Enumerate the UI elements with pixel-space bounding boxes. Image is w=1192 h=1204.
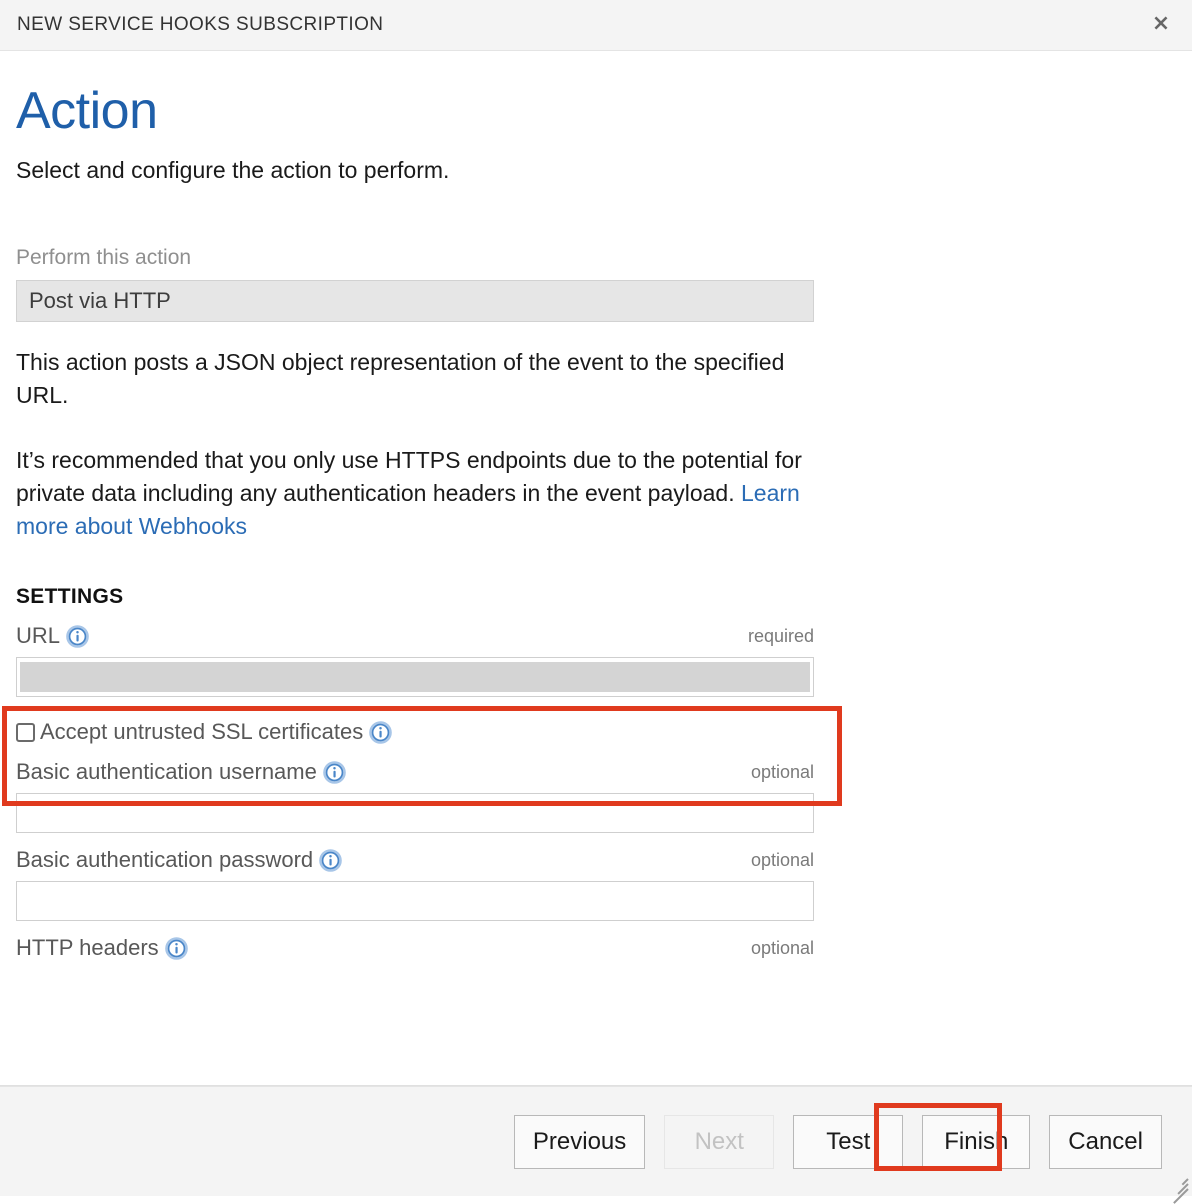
dialog-titlebar: NEW SERVICE HOOKS SUBSCRIPTION ×: [0, 0, 1192, 51]
close-icon[interactable]: ×: [1144, 7, 1178, 41]
basic-auth-password-head: Basic authentication password optional: [16, 847, 814, 873]
info-icon[interactable]: [319, 849, 342, 872]
description-paragraph-2: It’s recommended that you only use HTTPS…: [16, 444, 816, 543]
dialog-title: NEW SERVICE HOOKS SUBSCRIPTION: [17, 14, 383, 36]
basic-auth-password-optional-flag: optional: [751, 850, 814, 871]
http-headers-label: HTTP headers: [16, 935, 159, 961]
url-input-selection: [20, 662, 810, 692]
http-headers-head: HTTP headers optional: [16, 935, 814, 961]
url-input[interactable]: [16, 657, 814, 697]
dialog-footer: Previous Next Test Finish Cancel: [0, 1086, 1192, 1196]
url-field-head: URL required: [16, 623, 814, 649]
basic-auth-password-label: Basic authentication password: [16, 847, 313, 873]
perform-action-selected-value: Post via HTTP: [29, 288, 171, 314]
url-required-flag: required: [748, 626, 814, 647]
description-paragraph-2-text: It’s recommended that you only use HTTPS…: [16, 447, 802, 506]
finish-button[interactable]: Finish: [922, 1115, 1030, 1169]
page-subtitle: Select and configure the action to perfo…: [16, 157, 1176, 184]
settings-heading: SETTINGS: [16, 585, 1176, 609]
basic-auth-password-input[interactable]: [16, 881, 814, 921]
basic-auth-username-label: Basic authentication username: [16, 759, 317, 785]
url-field-row: URL required: [16, 623, 1176, 697]
accept-untrusted-ssl-row: Accept untrusted SSL certificates: [16, 719, 1176, 745]
url-label: URL: [16, 623, 60, 649]
basic-auth-username-input[interactable]: [16, 793, 814, 833]
info-icon[interactable]: [165, 937, 188, 960]
accept-untrusted-ssl-label: Accept untrusted SSL certificates: [40, 719, 363, 745]
basic-auth-username-head: Basic authentication username optional: [16, 759, 814, 785]
basic-auth-password-row: Basic authentication password optional: [16, 847, 1176, 921]
perform-action-select[interactable]: Post via HTTP: [16, 280, 814, 322]
perform-action-label: Perform this action: [16, 246, 1176, 270]
cancel-button[interactable]: Cancel: [1049, 1115, 1162, 1169]
info-icon[interactable]: [323, 761, 346, 784]
info-icon[interactable]: [369, 721, 392, 744]
page-title: Action: [16, 85, 1176, 137]
info-icon[interactable]: [66, 625, 89, 648]
dialog-content: Action Select and configure the action t…: [0, 51, 1192, 1086]
basic-auth-username-optional-flag: optional: [751, 762, 814, 783]
accept-untrusted-ssl-checkbox[interactable]: [16, 723, 35, 742]
resize-grip-icon[interactable]: [1166, 1171, 1188, 1193]
http-headers-row: HTTP headers optional: [16, 935, 1176, 961]
new-service-hooks-subscription-dialog: NEW SERVICE HOOKS SUBSCRIPTION × Action …: [0, 0, 1192, 1196]
http-headers-optional-flag: optional: [751, 938, 814, 959]
next-button: Next: [664, 1115, 774, 1169]
previous-button[interactable]: Previous: [514, 1115, 645, 1169]
test-button[interactable]: Test: [793, 1115, 903, 1169]
basic-auth-username-row: Basic authentication username optional: [16, 759, 1176, 833]
description-paragraph-1: This action posts a JSON object represen…: [16, 346, 816, 412]
